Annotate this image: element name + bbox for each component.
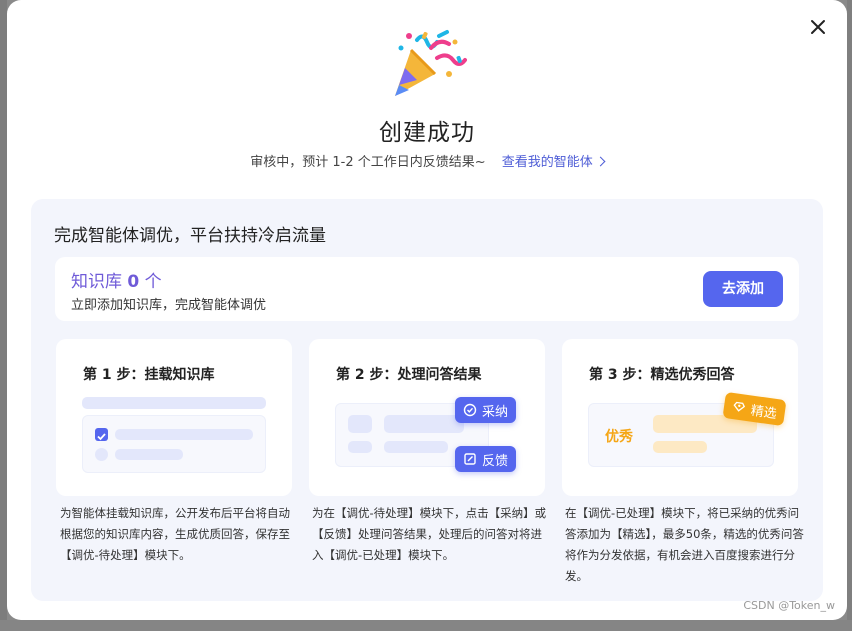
illustration-bar	[384, 415, 464, 433]
illustration-bar	[348, 441, 372, 453]
knowledge-count-value: 0	[127, 272, 140, 292]
illustration-bar	[653, 441, 707, 453]
dialog-subtitle-row: 审核中，预计 1-2 个工作日内反馈结果~ 查看我的智能体	[7, 151, 847, 170]
dialog-title: 创建成功	[379, 120, 475, 146]
tag-icon	[733, 401, 746, 412]
step-2-desc: 为在【调优-待处理】模块下，点击【采纳】或【反馈】处理问答结果，处理后的问答对将…	[312, 506, 547, 562]
checkbox-empty-icon	[95, 448, 108, 461]
close-icon	[811, 20, 825, 34]
featured-pill-label: 精选	[749, 403, 778, 422]
dialog-subtitle: 审核中，预计 1-2 个工作日内反馈结果~	[250, 155, 486, 170]
create-success-dialog: 创建成功 审核中，预计 1-2 个工作日内反馈结果~ 查看我的智能体 完成智能体…	[7, 0, 847, 620]
excellent-badge: 优秀	[605, 429, 633, 445]
background-left-edge	[0, 0, 7, 631]
add-knowledge-button[interactable]: 去添加	[703, 271, 783, 307]
illustration-bar	[115, 449, 183, 460]
check-circle-icon	[463, 403, 477, 417]
view-my-agent-link[interactable]: 查看我的智能体	[501, 155, 606, 170]
step-3-desc: 在【调优-已处理】模块下，将已采纳的优秀问答添加为【精选】，最多50条，精选的优…	[565, 506, 804, 583]
accept-pill: 采纳	[455, 397, 517, 423]
knowledge-count: 知识库 0 个	[71, 267, 162, 292]
knowledge-label: 知识库	[71, 272, 122, 292]
step-3-title: 第 3 步：精选优秀回答	[589, 367, 735, 383]
illustration-bar	[384, 441, 448, 453]
illustration-list	[82, 415, 266, 473]
watermark: CSDN @Token_w	[743, 599, 835, 612]
step-1-title: 第 1 步：挂载知识库	[83, 367, 215, 383]
feedback-pill-label: 反馈	[482, 453, 509, 469]
tuning-panel: 完成智能体调优，平台扶持冷启流量 知识库 0 个 立即添加知识库，完成智能体调优…	[31, 199, 823, 601]
step-2-card: 第 2 步：处理问答结果 采纳 反馈	[309, 339, 545, 496]
background-bottom	[0, 620, 852, 631]
view-my-agent-label: 查看我的智能体	[501, 155, 593, 170]
close-button[interactable]	[807, 16, 829, 38]
knowledge-base-card: 知识库 0 个 立即添加知识库，完成智能体调优 去添加	[55, 257, 799, 321]
step-3-card: 第 3 步：精选优秀回答 优秀 精选	[562, 339, 798, 496]
illustration-bar	[115, 429, 253, 440]
illustration-bar	[348, 415, 372, 433]
feedback-pill: 反馈	[455, 446, 517, 472]
illustration-bar	[82, 397, 266, 409]
panel-title: 完成智能体调优，平台扶持冷启流量	[54, 226, 326, 246]
accept-pill-label: 采纳	[482, 404, 509, 420]
checkbox-checked-icon	[95, 428, 108, 441]
step-1-desc: 为智能体挂载知识库，公开发布后平台将自动根据您的知识库内容，生成优质回答，保存至…	[60, 506, 290, 562]
background-right-edge	[847, 0, 852, 631]
knowledge-desc: 立即添加知识库，完成智能体调优	[71, 298, 267, 313]
party-popper-icon	[387, 28, 467, 100]
edit-icon	[464, 453, 476, 465]
step-1-card: 第 1 步：挂载知识库	[56, 339, 292, 496]
knowledge-count-unit: 个	[144, 272, 162, 292]
step-2-title: 第 2 步：处理问答结果	[336, 367, 482, 383]
chevron-right-icon	[595, 156, 606, 167]
